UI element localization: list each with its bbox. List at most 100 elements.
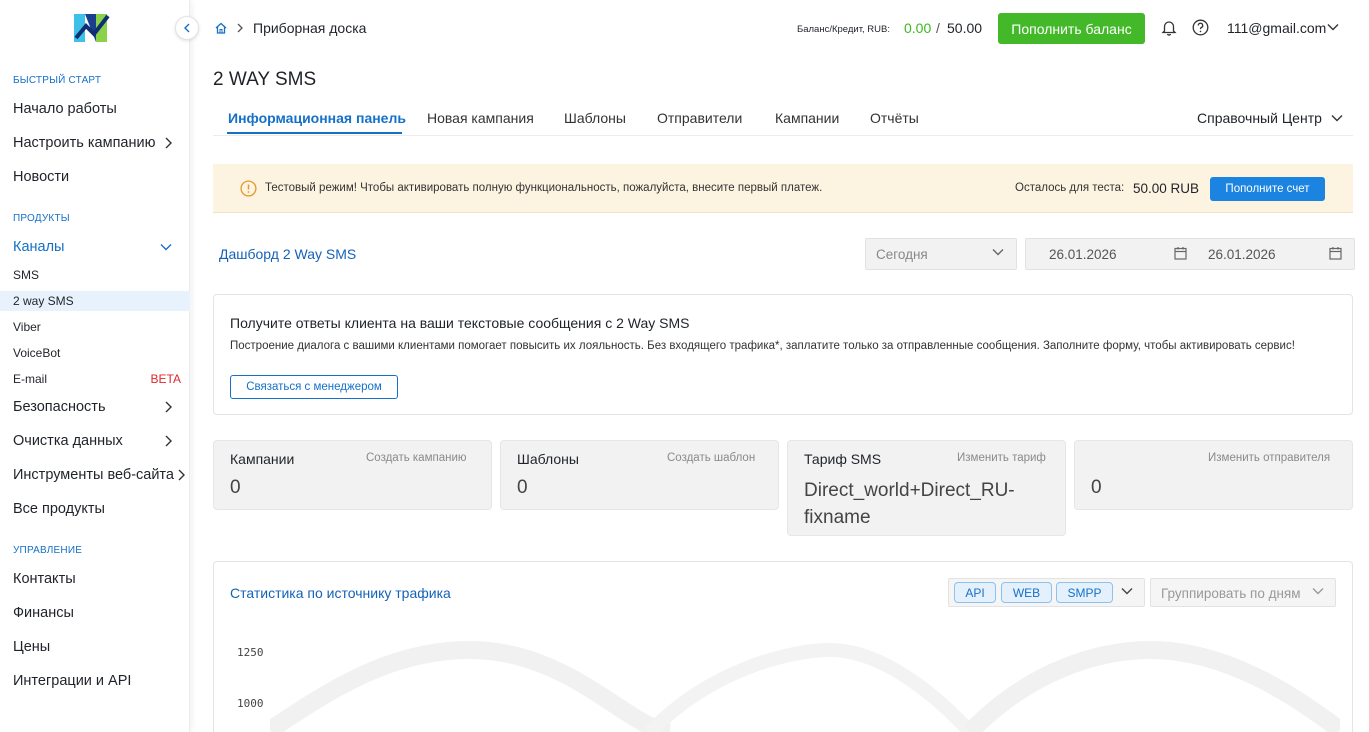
source-chip-web[interactable]: WEB	[1001, 582, 1052, 603]
stat-value: 0	[1091, 477, 1102, 498]
topup-balance-button[interactable]: Пополнить баланс	[998, 13, 1145, 44]
sidebar-item-label: Интеграции и API	[13, 673, 132, 689]
stat-label: Шаблоны	[517, 451, 579, 467]
sidebar-item-label: Настроить кампанию	[13, 135, 156, 151]
sidebar-item-all-products[interactable]: Все продукты	[0, 497, 190, 521]
contact-manager-button[interactable]: Связаться с менеджером	[230, 375, 398, 399]
section-management: УПРАВЛЕНИЕ	[13, 545, 83, 556]
sidebar-item-label: Новости	[13, 169, 70, 185]
stat-value: 0	[517, 477, 528, 498]
help-center-menu[interactable]: Справочный Центр	[1197, 110, 1322, 126]
date-from-field[interactable]: 26.01.2026	[1049, 247, 1117, 262]
chevron-right-icon	[178, 469, 185, 481]
sidebar-item-label: Безопасность	[13, 399, 106, 415]
promo-title: Получите ответы клиента на ваши текстовы…	[230, 315, 690, 331]
sidebar-subitem-label: SMS	[13, 268, 40, 282]
stat-card-sender	[1074, 440, 1353, 510]
sidebar-item-label: Финансы	[13, 605, 74, 621]
calendar-icon[interactable]	[1329, 246, 1342, 260]
sidebar-item-prices[interactable]: Цены	[0, 635, 190, 659]
chevron-down-icon	[992, 249, 1004, 256]
sidebar-subitem-label: 2 way SMS	[13, 294, 74, 308]
tab-templates[interactable]: Шаблоны	[564, 110, 626, 126]
sidebar-item-label: Каналы	[13, 239, 65, 255]
section-quick-start: БЫСТРЫЙ СТАРТ	[13, 75, 102, 86]
sidebar-item-integrations[interactable]: Интеграции и API	[0, 669, 190, 693]
balance-label: Баланс/Кредит, RUB:	[797, 24, 890, 35]
dashboard-title: Дашборд 2 Way SMS	[219, 246, 357, 262]
tab-campaigns[interactable]: Кампании	[775, 110, 839, 126]
create-template-link[interactable]: Создать шаблон	[667, 452, 755, 464]
create-campaign-link[interactable]: Создать кампанию	[366, 452, 467, 464]
credit-limit: 50.00	[947, 20, 983, 36]
breadcrumb: Приборная доска	[253, 20, 367, 36]
y-axis-tick: 1250	[237, 646, 264, 659]
sidebar-item-finance[interactable]: Финансы	[0, 601, 190, 625]
test-remaining-amount: 50.00 RUB	[1133, 181, 1200, 196]
user-menu[interactable]: 111@gmail.com	[1227, 20, 1326, 36]
traffic-chart-placeholder	[270, 640, 1340, 732]
sidebar-item-contacts[interactable]: Контакты	[0, 567, 190, 591]
sidebar-item-web-tools[interactable]: Инструменты веб-сайта	[0, 463, 190, 487]
topup-account-button[interactable]: Пополните счет	[1210, 177, 1325, 201]
source-chip-smpp[interactable]: SMPP	[1056, 582, 1113, 603]
sidebar-subitem-email[interactable]: E-mail BETA	[0, 369, 190, 389]
sidebar-item-label: Начало работы	[13, 101, 117, 117]
sidebar-item-news[interactable]: Новости	[0, 165, 190, 189]
sidebar-item-data-cleaning[interactable]: Очистка данных	[0, 429, 190, 453]
chevron-down-icon	[160, 244, 172, 251]
stat-value: 0	[230, 477, 241, 498]
active-tab-indicator	[227, 132, 402, 134]
sidebar-subitem-label: Viber	[13, 320, 41, 334]
tab-info-panel[interactable]: Информационная панель	[228, 110, 406, 126]
brand-logo[interactable]	[72, 8, 112, 48]
chevron-down-icon[interactable]	[1121, 587, 1133, 595]
stat-label: Кампании	[230, 451, 295, 467]
home-icon[interactable]	[214, 21, 228, 35]
group-by-value: Группировать по дням	[1161, 586, 1301, 601]
breadcrumb-separator-icon	[237, 23, 243, 33]
sidebar-subitem-label: VoiceBot	[13, 346, 61, 360]
warning-icon	[240, 180, 257, 197]
sidebar-subitem-voicebot[interactable]: VoiceBot	[0, 343, 190, 363]
test-remaining-label: Осталось для теста:	[1015, 182, 1125, 194]
chevron-down-icon[interactable]	[1331, 114, 1343, 122]
sidebar-subitem-viber[interactable]: Viber	[0, 317, 190, 337]
tabs-divider	[213, 135, 1353, 136]
sidebar-item-label: Очистка данных	[13, 433, 123, 449]
source-chip-api[interactable]: API	[954, 582, 996, 603]
page-title: 2 WAY SMS	[213, 69, 317, 90]
sidebar-item-label: Цены	[13, 639, 51, 655]
collapse-sidebar-button[interactable]	[175, 16, 199, 40]
help-icon[interactable]	[1192, 19, 1209, 36]
beta-badge: BETA	[150, 372, 181, 386]
balance-value: 0.00	[904, 20, 932, 36]
tab-reports[interactable]: Отчёты	[870, 110, 919, 126]
promo-description: Построение диалога с вашими клиентами по…	[230, 340, 1295, 352]
chevron-down-icon[interactable]	[1327, 23, 1339, 31]
tab-new-campaign[interactable]: Новая кампания	[427, 110, 534, 126]
balance-separator: /	[936, 20, 940, 36]
sidebar-item-label: Контакты	[13, 571, 76, 587]
calendar-icon[interactable]	[1174, 246, 1187, 260]
chevron-right-icon	[165, 137, 172, 149]
sidebar-item-getting-started[interactable]: Начало работы	[0, 97, 190, 121]
section-products: ПРОДУКТЫ	[13, 213, 70, 224]
date-to-field[interactable]: 26.01.2026	[1208, 247, 1276, 262]
change-sender-link[interactable]: Изменить отправителя	[1208, 452, 1330, 464]
sidebar-item-security[interactable]: Безопасность	[0, 395, 190, 419]
sidebar-subitem-sms[interactable]: SMS	[0, 265, 190, 285]
sidebar-item-label: Все продукты	[13, 501, 105, 517]
stat-label: Тариф SMS	[804, 451, 882, 467]
sidebar-subitem-2way-sms[interactable]: 2 way SMS	[0, 291, 190, 311]
sidebar-item-setup-campaign[interactable]: Настроить кампанию	[0, 131, 190, 155]
period-select-value: Сегодня	[876, 247, 928, 262]
change-tariff-link[interactable]: Изменить тариф	[957, 452, 1046, 464]
sidebar-subitem-label: E-mail	[13, 372, 48, 386]
chevron-right-icon	[165, 401, 172, 413]
bell-icon[interactable]	[1161, 19, 1177, 36]
sidebar: БЫСТРЫЙ СТАРТ Начало работы Настроить ка…	[0, 0, 190, 732]
tab-senders[interactable]: Отправители	[657, 110, 742, 126]
chevron-down-icon	[1312, 588, 1324, 595]
sidebar-item-channels[interactable]: Каналы	[0, 235, 190, 259]
